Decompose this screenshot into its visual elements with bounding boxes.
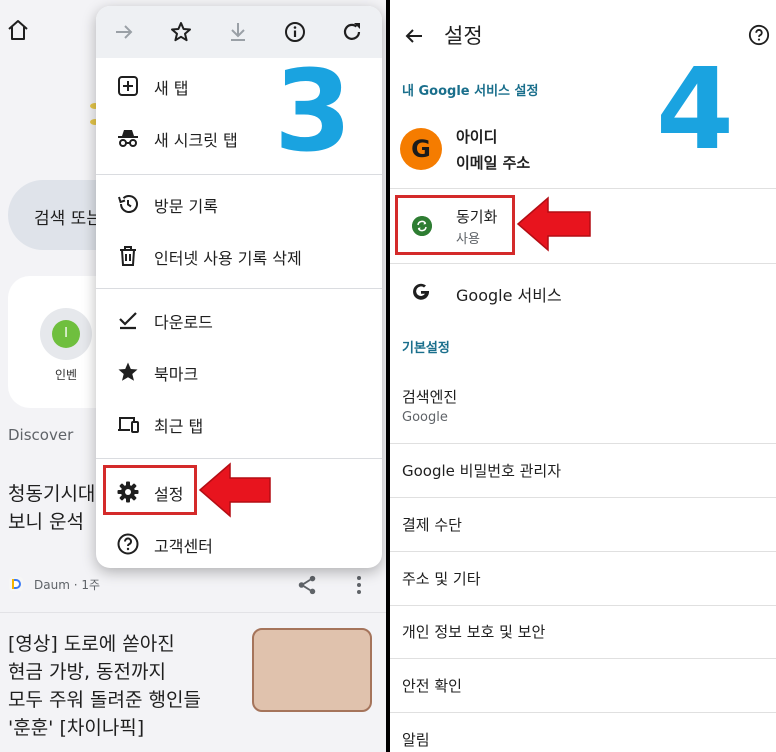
daum-logo-icon: [9, 577, 23, 591]
settings-item-notifications[interactable]: 알림: [402, 729, 430, 750]
trash-icon: [120, 246, 136, 266]
menu-item-recent-tabs[interactable]: 최근 탭: [96, 398, 382, 450]
history-icon: [118, 195, 138, 213]
settings-item-privacy-security[interactable]: 개인 정보 보호 및 보안: [402, 621, 545, 642]
red-arrow-icon: [516, 196, 591, 252]
home-icon[interactable]: [6, 18, 30, 42]
divider: [390, 443, 776, 444]
red-arrow-icon: [198, 462, 271, 518]
forward-icon[interactable]: [112, 20, 136, 44]
right-screen-settings: 설정 내 Google 서비스 설정 G 아이디 이메일 주소 동기화 사용 G…: [390, 0, 776, 752]
article-source: Daum · 1주: [34, 578, 101, 592]
article-title-2[interactable]: [영상] 도로에 쏟아진 현금 가방, 동전까지 모두 주워 돌려준 행인들 '…: [8, 630, 248, 742]
add-box-icon: [118, 76, 138, 96]
google-g-icon: [413, 283, 430, 300]
left-screen-chrome-menu: 검색 또는 I 인벤 Discover 청동기시대 보니 운석 Daum · 1…: [0, 0, 386, 752]
section-header-google: 내 Google 서비스 설정: [402, 84, 539, 99]
incognito-icon: [118, 130, 138, 147]
download-icon[interactable]: [226, 20, 250, 44]
refresh-icon[interactable]: [340, 20, 364, 44]
step-number-3: 3: [274, 47, 352, 177]
menu-item-help-center[interactable]: 고객센터: [96, 518, 382, 570]
search-engine-title: 검색엔진: [402, 388, 458, 406]
article-title-1[interactable]: 청동기시대 보니 운석: [8, 480, 108, 536]
divider: [390, 658, 776, 659]
account-email: 이메일 주소: [456, 154, 531, 172]
divider: [390, 263, 776, 264]
section-header-basic: 기본설정: [402, 341, 450, 356]
devices-icon: [118, 417, 139, 433]
settings-item-safety-check[interactable]: 안전 확인: [402, 675, 462, 696]
more-vert-icon[interactable]: [352, 574, 366, 596]
sync-highlight-box: [395, 195, 515, 255]
page-title: 설정: [444, 24, 483, 48]
divider: [390, 188, 776, 189]
feed-divider: [0, 612, 386, 613]
settings-highlight-box: [103, 465, 197, 515]
shortcut-tile-inven[interactable]: I: [40, 308, 92, 360]
divider: [390, 497, 776, 498]
step-number-4: 4: [656, 45, 734, 175]
menu-item-clear-history[interactable]: 인터넷 사용 기록 삭제: [96, 230, 382, 282]
download-done-icon: [119, 312, 137, 330]
settings-item-addresses[interactable]: 주소 및 기타: [402, 568, 481, 589]
avatar: G: [400, 128, 442, 170]
back-arrow-icon[interactable]: [402, 24, 426, 48]
account-name: 아이디: [456, 128, 498, 146]
share-icon[interactable]: [296, 574, 318, 596]
divider: [390, 605, 776, 606]
inven-site-icon: I: [52, 320, 80, 348]
help-circle-icon: [117, 533, 139, 555]
article-thumbnail[interactable]: [252, 628, 372, 712]
menu-separator: [96, 458, 382, 459]
google-services-label: Google 서비스: [456, 286, 562, 305]
menu-item-bookmarks[interactable]: 북마크: [96, 346, 382, 398]
article-source-row: Daum · 1주: [8, 574, 378, 596]
menu-item-downloads[interactable]: 다운로드: [96, 294, 382, 346]
divider: [390, 551, 776, 552]
settings-item-password-manager[interactable]: Google 비밀번호 관리자: [402, 460, 561, 481]
search-placeholder: 검색 또는: [34, 209, 102, 229]
search-engine-value: Google: [402, 410, 448, 425]
help-icon[interactable]: [748, 24, 770, 46]
settings-item-payment-methods[interactable]: 결제 수단: [402, 514, 462, 535]
menu-item-history[interactable]: 방문 기록: [96, 178, 382, 230]
info-icon[interactable]: [283, 20, 307, 44]
bookmark-star-icon[interactable]: [169, 20, 193, 44]
discover-header: Discover: [8, 426, 74, 444]
menu-separator: [96, 288, 382, 289]
divider: [390, 712, 776, 713]
star-filled-icon: [118, 362, 138, 381]
